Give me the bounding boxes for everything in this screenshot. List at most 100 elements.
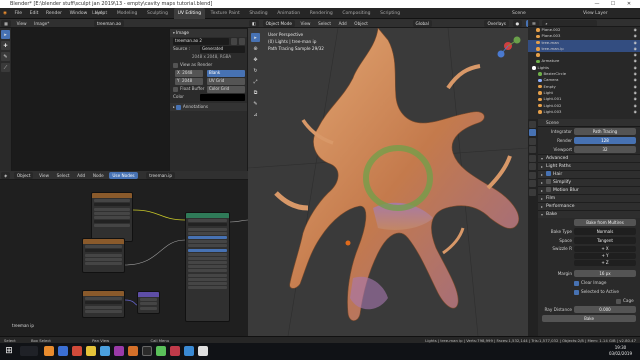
gen-type-uv-grid[interactable]: UV Grid bbox=[207, 78, 245, 85]
texture-node-2[interactable] bbox=[82, 238, 125, 273]
swizzle-g-dropdown[interactable]: + Y bbox=[574, 252, 636, 259]
taskbar-app-icon-7[interactable] bbox=[156, 346, 166, 356]
taskbar-app-icon-4[interactable] bbox=[114, 346, 124, 356]
bake-button[interactable]: Bake bbox=[542, 315, 636, 322]
integrator-dropdown[interactable]: Path Tracing bbox=[574, 128, 636, 135]
annotations-panel-header[interactable]: ▸ Annotations bbox=[170, 103, 247, 111]
image-texture-node[interactable] bbox=[91, 192, 133, 242]
image-panel-header[interactable]: ▾ Image bbox=[170, 29, 247, 37]
image-name-field[interactable]: treeman.ao 2 bbox=[173, 38, 229, 45]
output-props-icon[interactable] bbox=[529, 137, 536, 145]
taskbar-app-icon-8[interactable] bbox=[170, 346, 180, 356]
tool-props-icon[interactable] bbox=[529, 120, 536, 128]
tab-compositing[interactable]: Compositing bbox=[338, 8, 374, 19]
measure-tool-icon[interactable]: ⊿ bbox=[251, 110, 260, 119]
maximize-button[interactable]: ☐ bbox=[606, 0, 620, 8]
taskbar-app-icon-3[interactable] bbox=[100, 346, 110, 356]
section-light-paths[interactable]: Light Paths bbox=[538, 162, 640, 171]
swizzle-b-dropdown[interactable]: + Z bbox=[574, 259, 636, 266]
space-dropdown[interactable]: Tangent bbox=[574, 237, 636, 244]
taskbar-app-icon-2[interactable] bbox=[72, 346, 82, 356]
navigation-gizmo[interactable] bbox=[493, 31, 523, 61]
viewport-type-icon[interactable]: ◧ bbox=[249, 20, 259, 27]
node-menu-add[interactable]: Add bbox=[74, 171, 88, 179]
tab-texture-paint[interactable]: Texture Paint bbox=[207, 8, 244, 19]
section-hair[interactable]: Hair bbox=[538, 170, 640, 179]
float-buffer-checkbox[interactable] bbox=[173, 86, 178, 92]
principled-bsdf-node[interactable] bbox=[185, 212, 230, 322]
section-performance[interactable]: Performance bbox=[538, 202, 640, 211]
section-film[interactable]: Film bbox=[538, 194, 640, 203]
vp-menu-add[interactable]: Add bbox=[336, 19, 350, 27]
gen-type-blank[interactable]: Blank bbox=[207, 70, 245, 77]
rotate-tool-icon[interactable]: ↻ bbox=[251, 66, 260, 75]
use-nodes-toggle[interactable]: Use Nodes bbox=[109, 172, 138, 179]
overlays-dropdown[interactable]: Overlays bbox=[484, 20, 509, 27]
render-props-icon[interactable] bbox=[529, 129, 536, 136]
tab-rendering[interactable]: Rendering bbox=[306, 8, 337, 19]
taskbar-app-icon-10[interactable] bbox=[198, 346, 208, 356]
render-samples-field[interactable]: 128 bbox=[574, 137, 636, 144]
clear-image-checkbox[interactable] bbox=[574, 280, 579, 286]
selected-to-active-checkbox[interactable] bbox=[574, 289, 579, 295]
annotations-checkbox[interactable] bbox=[175, 104, 181, 110]
minimize-button[interactable]: — bbox=[590, 0, 604, 8]
taskbar-app-icon-6[interactable] bbox=[142, 346, 152, 356]
modifier-props-icon[interactable] bbox=[529, 180, 536, 187]
menu-view[interactable]: View bbox=[14, 19, 30, 27]
menu-image[interactable]: Image* bbox=[31, 19, 52, 27]
gen-type-color-grid[interactable]: Color Grid bbox=[207, 86, 245, 93]
tab-modeling[interactable]: Modeling bbox=[113, 8, 141, 19]
ray-distance-field[interactable]: 0.000 bbox=[574, 306, 636, 313]
vp-menu-select[interactable]: Select bbox=[315, 19, 334, 27]
cursor3d-tool-icon[interactable]: ⊕ bbox=[251, 44, 260, 53]
pen-tool-icon[interactable]: ⟋ bbox=[1, 63, 10, 72]
tab-shading[interactable]: Shading bbox=[245, 8, 271, 19]
taskbar-app-icon-1[interactable] bbox=[58, 346, 68, 356]
simplify-checkbox[interactable] bbox=[546, 179, 551, 184]
margin-field[interactable]: 16 px bbox=[574, 270, 636, 277]
y-field[interactable]: Y 2048 bbox=[175, 78, 203, 85]
vp-menu-view[interactable]: View bbox=[298, 19, 314, 27]
section-motion-blur[interactable]: Motion Blur bbox=[538, 186, 640, 195]
texture-node-3[interactable] bbox=[82, 290, 125, 318]
node-menu-select[interactable]: Select bbox=[54, 171, 73, 179]
scene-props-icon[interactable] bbox=[529, 154, 536, 162]
mix-node[interactable] bbox=[137, 291, 160, 314]
scene-selector[interactable]: Scene bbox=[512, 10, 526, 17]
unlink-image-icon[interactable] bbox=[239, 38, 245, 45]
tab-layout[interactable]: Layout bbox=[88, 8, 111, 19]
tab-scripting[interactable]: Scripting bbox=[376, 8, 404, 19]
section-bake[interactable]: Bake bbox=[538, 210, 640, 219]
material-props-icon[interactable] bbox=[529, 188, 536, 196]
scale-tool-icon[interactable]: ⤢ bbox=[251, 77, 260, 86]
world-props-icon[interactable] bbox=[529, 163, 536, 170]
windows-start-icon[interactable]: ⊞ bbox=[4, 346, 14, 356]
annotate-tool-icon[interactable]: ✎ bbox=[1, 52, 10, 61]
viewport-samples-field[interactable]: 32 bbox=[574, 146, 636, 153]
sample-tool-icon[interactable]: ✚ bbox=[1, 41, 10, 50]
blender-logo-icon[interactable]: ◉ bbox=[0, 8, 10, 19]
tab-animation[interactable]: Animation bbox=[273, 8, 304, 19]
cage-checkbox[interactable] bbox=[616, 298, 621, 304]
node-canvas[interactable]: treeman ip bbox=[0, 180, 248, 336]
close-button[interactable]: ✕ bbox=[622, 0, 636, 8]
view-layer-selector[interactable]: View Layer bbox=[583, 10, 608, 17]
shading-solid-icon[interactable]: ● bbox=[512, 20, 523, 27]
image-selector[interactable]: treeman.ao bbox=[93, 20, 125, 27]
node-menu-node[interactable]: Node bbox=[90, 171, 107, 179]
taskbar-app-icon-9[interactable] bbox=[184, 346, 194, 356]
bake-from-multires-button[interactable]: Bake from Multires bbox=[574, 219, 636, 226]
source-dropdown[interactable]: Generated bbox=[200, 46, 245, 53]
shader-type-dropdown[interactable]: Object bbox=[13, 172, 34, 179]
transform-orientation-dropdown[interactable]: Global bbox=[412, 20, 432, 27]
x-field[interactable]: X 2048 bbox=[175, 70, 203, 77]
taskbar-search-icon[interactable] bbox=[20, 346, 38, 356]
clear-image-checkbox-wrap[interactable]: Clear Image bbox=[574, 278, 606, 287]
view-as-render-row[interactable]: View as Render bbox=[170, 61, 247, 69]
node-menu-view[interactable]: View bbox=[36, 171, 52, 179]
menu-file[interactable]: File bbox=[12, 8, 26, 19]
visibility-eye-icon[interactable]: ◉ bbox=[634, 109, 637, 115]
material-slot-selector[interactable]: treeman.ip bbox=[146, 172, 176, 179]
outliner-row[interactable]: Light.003 ◉ bbox=[528, 109, 640, 115]
